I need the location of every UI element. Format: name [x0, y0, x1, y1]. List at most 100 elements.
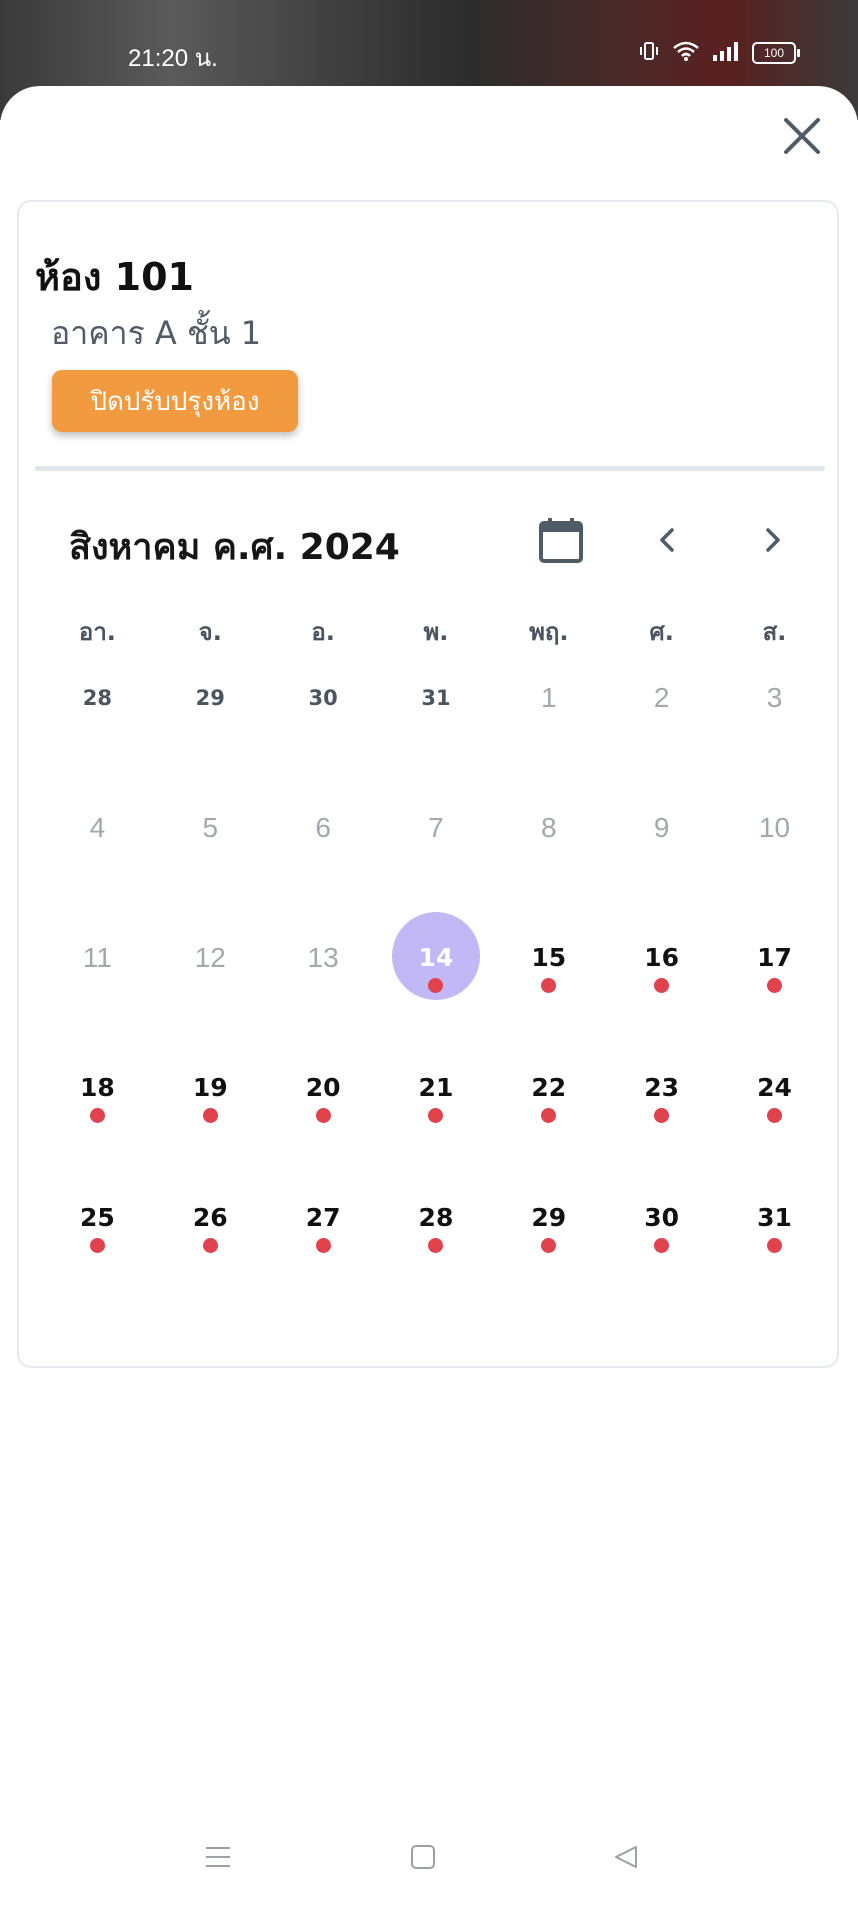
day-cell[interactable]: 18 [41, 1058, 154, 1188]
day-number: 22 [531, 1073, 567, 1102]
day-number: 2 [653, 682, 670, 713]
day-number: 1 [541, 682, 557, 713]
day-number: 29 [531, 1203, 567, 1232]
event-dot [89, 1238, 105, 1253]
event-dot [541, 978, 557, 993]
day-cell[interactable]: 27 [267, 1188, 380, 1318]
home-button[interactable] [403, 1837, 443, 1877]
day-cell[interactable]: 30 [605, 1188, 718, 1318]
week-row: 28 29 30 31 1 2 3 [41, 668, 831, 798]
previous-month-button[interactable] [647, 520, 687, 560]
home-icon [411, 1845, 435, 1869]
calendar-icon[interactable] [537, 516, 585, 564]
day-number: 29 [195, 686, 225, 710]
day-number: 7 [428, 812, 444, 843]
day-number: 10 [758, 812, 791, 843]
room-title: ห้อง 101 [35, 255, 194, 299]
day-cell: 6 [267, 798, 380, 928]
weekday-label: ส. [762, 618, 787, 646]
day-cell[interactable]: 24 [718, 1058, 831, 1188]
day-number: 24 [757, 1073, 792, 1102]
day-number: 12 [194, 942, 226, 973]
day-cell: 30 [267, 668, 380, 798]
day-cell[interactable]: 15 [492, 928, 605, 1058]
day-cell: 2 [605, 668, 718, 798]
week-row: 18 19 20 21 22 23 24 [41, 1058, 831, 1188]
weekday-label: อา. [78, 618, 116, 646]
day-number: 14 [418, 943, 454, 972]
week-row: 4 5 6 7 8 9 10 [41, 798, 831, 928]
day-cell: 29 [154, 668, 267, 798]
day-number: 17 [757, 943, 792, 972]
event-dot [654, 1108, 670, 1123]
vibrate-icon [638, 40, 660, 66]
close-for-maintenance-button[interactable]: ปิดปรับปรุงห้อง [52, 370, 298, 432]
event-dot [541, 1238, 557, 1253]
day-cell: 8 [492, 798, 605, 928]
event-dot [654, 978, 670, 993]
day-cell[interactable]: 16 [605, 928, 718, 1058]
day-cell[interactable]: 20 [267, 1058, 380, 1188]
day-number: 3 [766, 682, 783, 713]
day-number: 28 [418, 1203, 454, 1232]
week-row: 11 12 13 14 15 16 17 [41, 912, 831, 1058]
day-cell[interactable]: 31 [718, 1188, 831, 1318]
month-label: สิงหาคม ค.ศ. 2024 [69, 527, 400, 568]
next-month-button[interactable] [753, 520, 793, 560]
wifi-icon [672, 40, 700, 66]
event-dot [766, 978, 782, 993]
event-dot [654, 1238, 670, 1253]
week-row: 25 26 27 28 29 30 31 [41, 1188, 831, 1318]
close-icon [784, 118, 820, 154]
signal-icon [712, 40, 740, 66]
day-number: 31 [757, 1203, 792, 1232]
day-cell[interactable]: 19 [154, 1058, 267, 1188]
room-subtitle: อาคาร A ชั้น 1 [51, 314, 262, 352]
menu-icon [206, 1847, 230, 1867]
day-cell: 1 [492, 668, 605, 798]
day-cell: 5 [154, 798, 267, 928]
day-cell[interactable]: 28 [380, 1188, 493, 1318]
day-number: 19 [192, 1073, 228, 1102]
bottom-sheet: ห้อง 101 อาคาร A ชั้น 1 ปิดปรับปรุงห้อง … [0, 86, 858, 1907]
close-button[interactable] [774, 108, 830, 164]
event-dot [541, 1108, 557, 1123]
day-cell[interactable]: 21 [380, 1058, 493, 1188]
event-dot [202, 1108, 218, 1123]
day-number: 28 [82, 686, 113, 710]
day-cell[interactable]: 26 [154, 1188, 267, 1318]
back-button[interactable] [606, 1837, 646, 1877]
menu-button[interactable] [198, 1837, 238, 1877]
day-number: 18 [80, 1073, 115, 1102]
day-cell[interactable]: 23 [605, 1058, 718, 1188]
event-dot [766, 1108, 782, 1123]
day-number: 25 [80, 1203, 115, 1232]
status-icons: 100 [638, 40, 800, 66]
day-cell: 9 [605, 798, 718, 928]
event-dot [202, 1238, 218, 1253]
day-number: 5 [202, 812, 219, 843]
status-bar: 21:20 น. 100 [0, 0, 858, 86]
day-cell: 3 [718, 668, 831, 798]
day-cell: 11 [41, 928, 154, 1058]
day-cell: 7 [380, 798, 493, 928]
day-cell[interactable]: 22 [492, 1058, 605, 1188]
day-cell[interactable]: 29 [492, 1188, 605, 1318]
weekday-label: พ. [423, 618, 449, 646]
calendar-grid: 28 29 30 31 1 2 3 4 5 6 7 8 9 10 11 12 13 14 15 16 17 18 19 20 2… [41, 668, 831, 1318]
day-number: 15 [531, 943, 567, 972]
day-number: 21 [418, 1073, 454, 1102]
day-cell-selected[interactable]: 14 [380, 912, 493, 1058]
weekday-label: จ. [198, 618, 222, 646]
day-number: 11 [82, 942, 112, 973]
system-navigation-bar [0, 1817, 858, 1907]
weekday-header: อา. จ. อ. พ. พฤ. ศ. ส. [41, 612, 831, 651]
event-dot [428, 1238, 444, 1253]
day-cell[interactable]: 25 [41, 1188, 154, 1318]
event-dot [315, 1108, 331, 1123]
chevron-left-icon [660, 528, 674, 552]
divider [35, 466, 825, 471]
room-card: ห้อง 101 อาคาร A ชั้น 1 ปิดปรับปรุงห้อง … [17, 200, 839, 1368]
day-cell[interactable]: 17 [718, 928, 831, 1058]
day-number: 4 [89, 812, 106, 843]
